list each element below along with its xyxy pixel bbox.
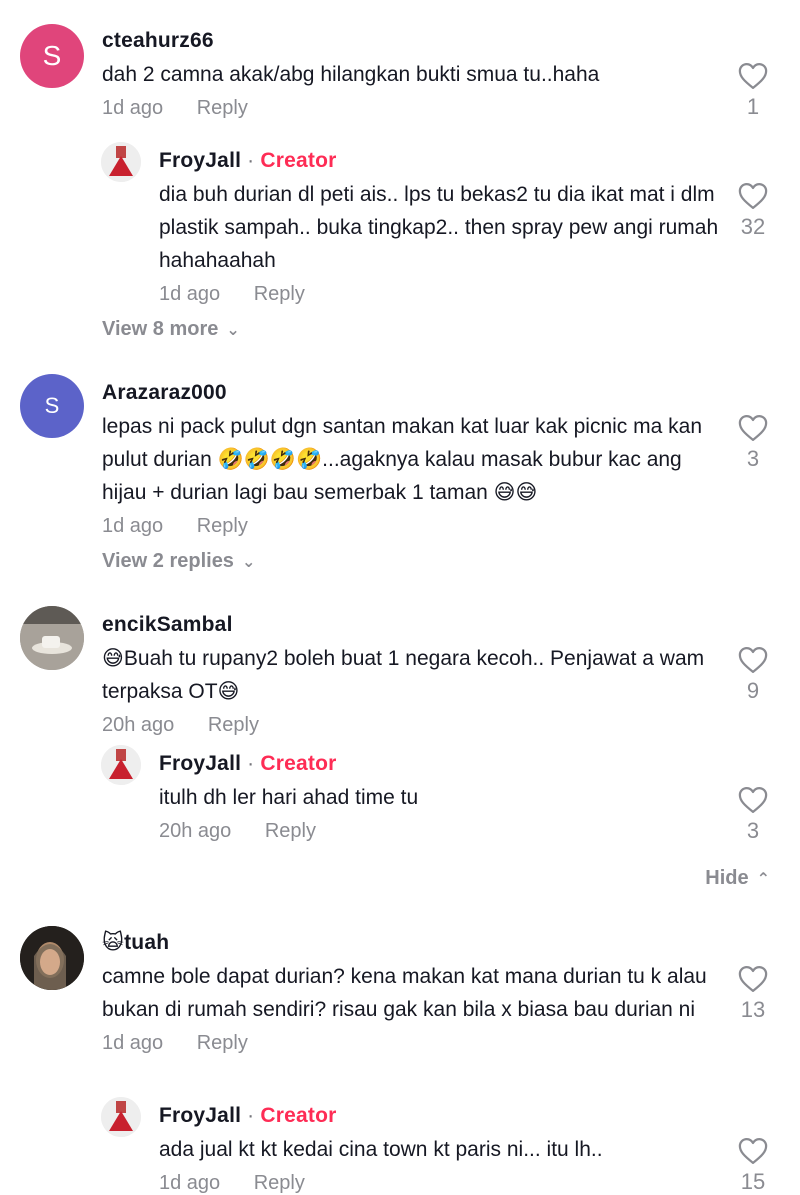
chevron-up-icon: ⌃ bbox=[756, 871, 770, 888]
avatar[interactable] bbox=[101, 745, 141, 785]
avatar-image-icon bbox=[20, 926, 84, 990]
separator-dot: · bbox=[241, 149, 261, 172]
like-count: 13 bbox=[740, 997, 766, 1022]
avatar-image-icon bbox=[20, 606, 84, 670]
like-button[interactable]: 32 bbox=[733, 182, 773, 240]
view-more-label: View 2 replies bbox=[102, 550, 234, 572]
avatar[interactable] bbox=[101, 142, 141, 182]
avatar[interactable] bbox=[101, 1097, 141, 1137]
avatar[interactable] bbox=[20, 926, 84, 990]
like-button[interactable]: 1 bbox=[733, 62, 773, 120]
chevron-down-icon: ⌄ bbox=[226, 322, 240, 339]
avatar-image-icon bbox=[101, 1097, 141, 1137]
heart-outline-icon bbox=[738, 183, 768, 209]
creator-badge: Creator bbox=[260, 752, 337, 775]
comment-text: lepas ni pack pulut dgn santan makan kat… bbox=[102, 415, 703, 504]
comment-text: dah 2 camna akak/abg hilangkan bukti smu… bbox=[102, 63, 600, 86]
comment-time: 1d ago bbox=[102, 515, 164, 537]
avatar-letter: S bbox=[42, 40, 62, 71]
like-count: 15 bbox=[740, 1169, 766, 1194]
heart-outline-icon bbox=[738, 966, 768, 992]
comment-time: 20h ago bbox=[159, 820, 232, 842]
avatar-image-icon bbox=[101, 142, 141, 182]
hide-replies-button[interactable]: Hide ⌃ bbox=[705, 867, 770, 890]
heart-outline-icon bbox=[738, 63, 768, 89]
comment-username[interactable]: FroyJall bbox=[159, 149, 241, 172]
comment-time: 20h ago bbox=[102, 714, 175, 736]
comment-time: 1d ago bbox=[159, 1172, 221, 1194]
view-more-replies-button[interactable]: View 8 more ⌄ bbox=[102, 318, 240, 341]
separator-dot: · bbox=[241, 1104, 261, 1127]
comment-username[interactable]: cteahurz66 bbox=[102, 28, 722, 54]
heart-outline-icon bbox=[738, 415, 768, 441]
reply-button[interactable]: Reply bbox=[197, 515, 248, 537]
like-count: 9 bbox=[746, 678, 760, 703]
chevron-down-icon: ⌄ bbox=[241, 554, 256, 571]
comment-text: camne bole dapat durian? kena makan kat … bbox=[102, 965, 707, 1021]
creator-badge: Creator bbox=[260, 1104, 337, 1127]
hide-label: Hide bbox=[705, 867, 749, 889]
reply-button[interactable]: Reply bbox=[197, 1032, 248, 1054]
comment-username[interactable]: FroyJall bbox=[159, 1104, 241, 1127]
comment-username[interactable]: encikSambal bbox=[102, 612, 717, 638]
comment-time: 1d ago bbox=[102, 1032, 164, 1054]
like-button[interactable]: 9 bbox=[733, 646, 773, 704]
comment-username[interactable]: Arazaraz000 bbox=[102, 380, 717, 406]
reply-button[interactable]: Reply bbox=[208, 714, 259, 736]
separator-dot: · bbox=[241, 752, 261, 775]
heart-outline-icon bbox=[738, 1138, 768, 1164]
like-button[interactable]: 3 bbox=[733, 786, 773, 844]
comment-time: 1d ago bbox=[159, 283, 221, 305]
reply-button[interactable]: Reply bbox=[254, 1172, 305, 1194]
like-count: 1 bbox=[746, 94, 760, 119]
like-count: 32 bbox=[740, 214, 766, 239]
avatar-letter: S bbox=[44, 393, 60, 418]
avatar[interactable] bbox=[20, 606, 84, 670]
heart-outline-icon bbox=[738, 647, 768, 673]
creator-badge: Creator bbox=[260, 149, 337, 172]
avatar[interactable]: S bbox=[20, 374, 84, 438]
comment-text: ada jual kt kt kedai cina town kt paris … bbox=[159, 1138, 603, 1161]
comment-time: 1d ago bbox=[102, 97, 164, 119]
view-more-replies-button[interactable]: View 2 replies ⌄ bbox=[102, 550, 255, 573]
reply-button[interactable]: Reply bbox=[197, 97, 248, 119]
comment-username[interactable]: 🙀tuah bbox=[102, 930, 717, 956]
avatar-image-icon bbox=[101, 745, 141, 785]
avatar[interactable]: S bbox=[20, 24, 84, 88]
reply-button[interactable]: Reply bbox=[254, 283, 305, 305]
like-count: 3 bbox=[746, 446, 760, 471]
like-button[interactable]: 15 bbox=[733, 1137, 773, 1195]
like-count: 3 bbox=[746, 818, 760, 843]
comment-username[interactable]: FroyJall bbox=[159, 752, 241, 775]
comment-text: 😅Buah tu rupany2 boleh buat 1 negara kec… bbox=[102, 647, 705, 703]
heart-outline-icon bbox=[738, 787, 768, 813]
like-button[interactable]: 3 bbox=[733, 414, 773, 472]
like-button[interactable]: 13 bbox=[733, 965, 773, 1023]
comment-text: itulh dh ler hari ahad time tu bbox=[159, 786, 419, 809]
view-more-label: View 8 more bbox=[102, 318, 219, 340]
reply-button[interactable]: Reply bbox=[265, 820, 316, 842]
comment-text: dia buh durian dl peti ais.. lps tu beka… bbox=[159, 183, 719, 272]
